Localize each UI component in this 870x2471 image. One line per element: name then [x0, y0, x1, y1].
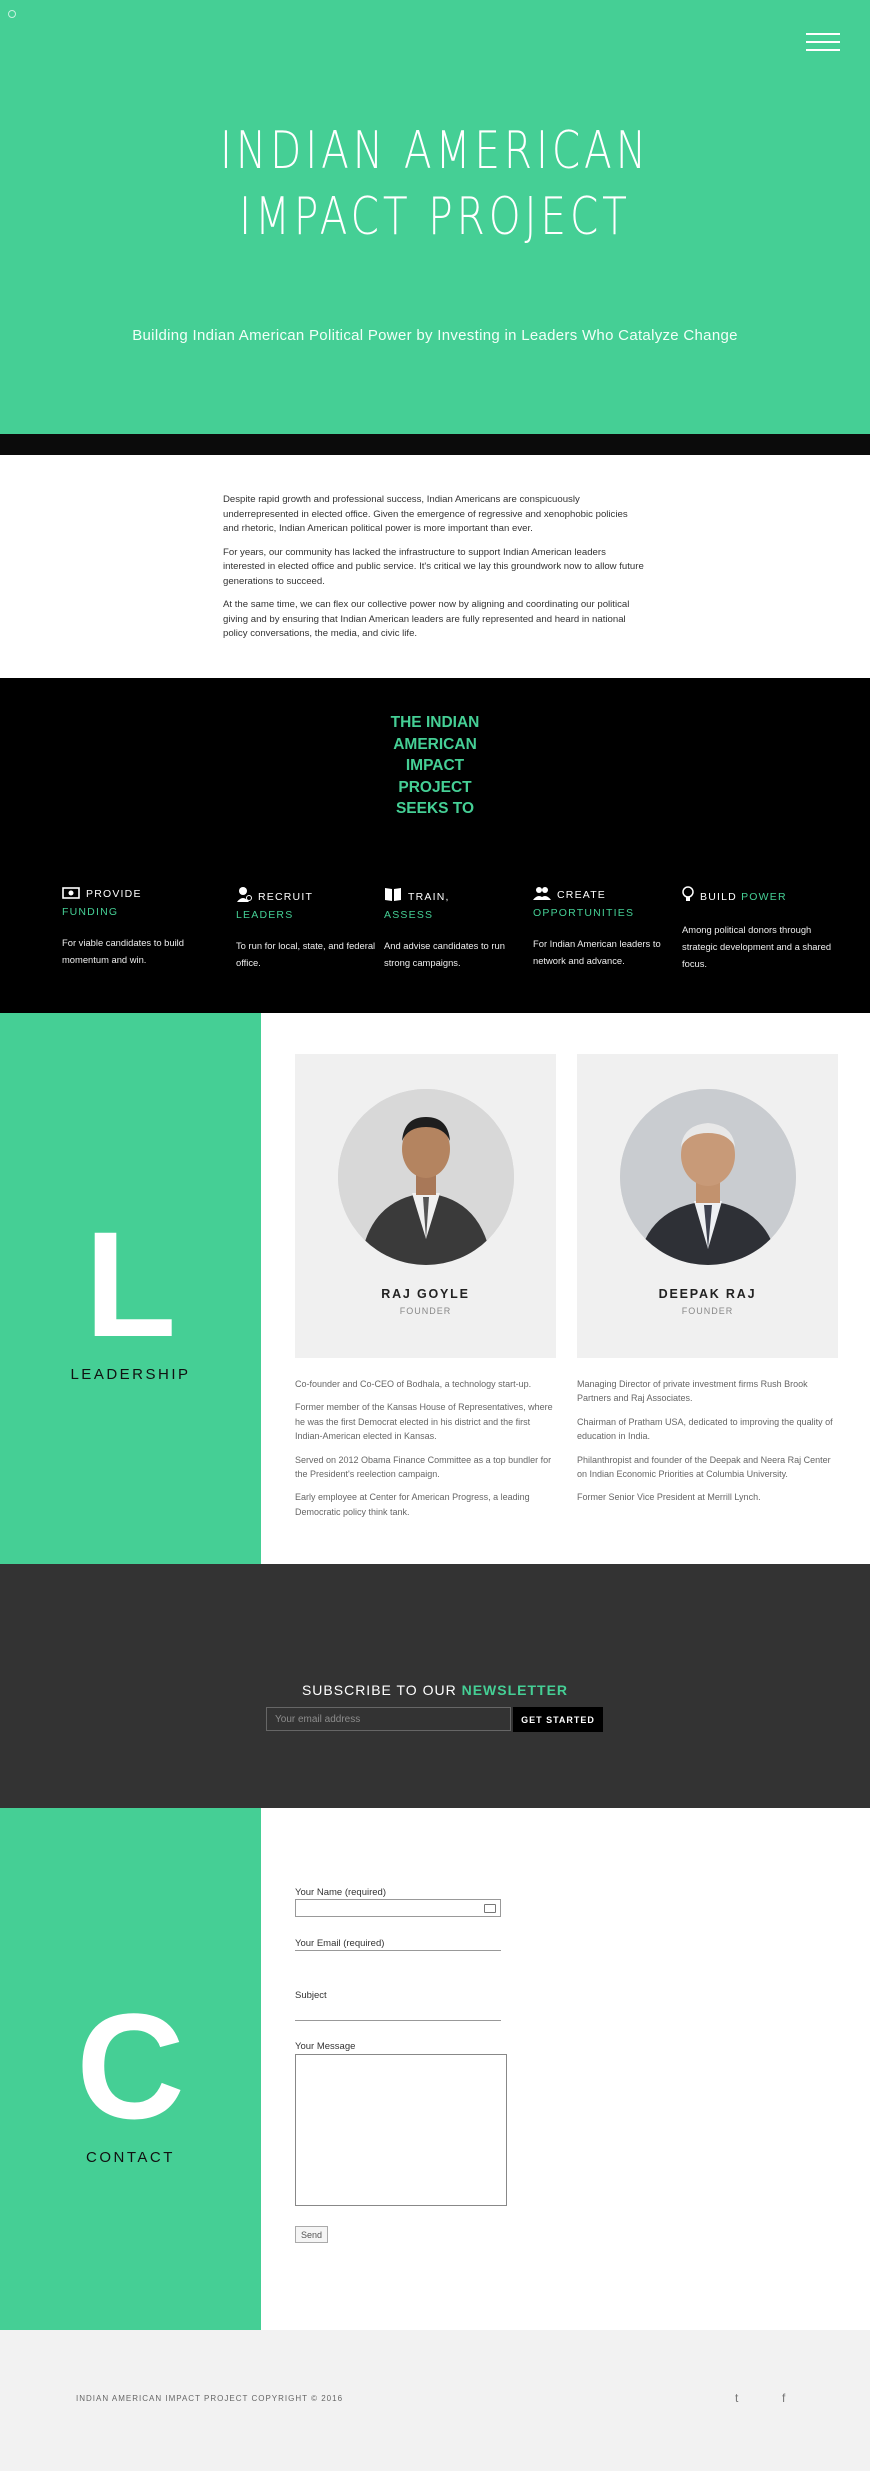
mission-title-line: PROJECT — [398, 778, 472, 796]
person-icon — [236, 886, 252, 907]
intro-paragraph: At the same time, we can flex our collec… — [223, 599, 630, 639]
leader-bio: Co-founder and Co-CEO of Bodhala, a tech… — [295, 1377, 557, 1528]
avatar — [619, 1089, 796, 1265]
copyright-text: INDIAN AMERICAN IMPACT PROJECT COPYRIGHT… — [76, 2394, 344, 2403]
site-title-line: INDIAN AMERICAN — [220, 121, 650, 181]
menu-bar — [806, 41, 840, 43]
send-button[interactable]: Send — [295, 2226, 328, 2243]
mission-item-highlight: FUNDING — [62, 906, 119, 918]
contact-card-icon — [484, 1904, 496, 1913]
menu-hamburger-icon[interactable] — [806, 33, 840, 55]
mission-item: BUILD POWER Among political donors throu… — [682, 886, 832, 972]
mission-item-desc: To run for local, state, and federal off… — [236, 940, 376, 968]
mission-item-highlight: LEADERS — [236, 909, 294, 921]
mission-item-highlight: OPPORTUNITIES — [533, 907, 635, 919]
site-title-line: IMPACT PROJECT — [239, 187, 631, 247]
bio-paragraph: Served on 2012 Obama Finance Committee a… — [295, 1454, 552, 1480]
mission-title-line: SEEKS TO — [395, 800, 475, 817]
get-started-button[interactable]: GET STARTED — [513, 1707, 603, 1732]
mission-title: THE INDIAN AMERICAN IMPACT PROJECT SEEKS… — [360, 712, 510, 820]
mission-item: PROVIDE FUNDING For viable candidates to… — [62, 886, 202, 968]
site-title: INDIAN AMERICAN IMPACT PROJECT — [96, 118, 775, 250]
mission-item-desc: And advise candidates to run strong camp… — [384, 940, 505, 968]
leader-role: FOUNDER — [399, 1306, 452, 1316]
twitter-icon[interactable]: t — [735, 2391, 738, 2405]
newsletter-email-input[interactable] — [266, 1707, 511, 1731]
message-label: Your Message — [295, 2041, 356, 2052]
leadership-label: LEADERSHIP — [70, 1366, 191, 1383]
mission-item-highlight: POWER — [741, 891, 787, 903]
lightbulb-icon — [682, 886, 694, 907]
newsletter-title-prefix: SUBSCRIBE TO OUR — [301, 1682, 457, 1698]
group-icon — [533, 886, 551, 905]
message-field[interactable] — [295, 2054, 507, 2206]
hero-section: INDIAN AMERICAN IMPACT PROJECT Building … — [0, 0, 870, 434]
menu-bar — [806, 49, 840, 51]
mission-item-highlight: ASSESS — [384, 909, 434, 921]
email-field[interactable] — [295, 1950, 501, 1951]
mission-item: TRAIN, ASSESS And advise candidates to r… — [384, 886, 524, 971]
contact-sidebar: C CONTACT — [0, 1808, 261, 2330]
book-icon — [384, 886, 402, 907]
facebook-icon[interactable]: f — [782, 2391, 785, 2405]
mission-title-line: IMPACT — [405, 757, 465, 774]
divider-bar — [0, 434, 870, 455]
leader-name: RAJ GOYLE — [381, 1287, 470, 1301]
leadership-letter: L — [84, 1200, 177, 1368]
bio-paragraph: Former member of the Kansas House of Rep… — [295, 1402, 553, 1442]
mission-item: CREATE OPPORTUNITIES For Indian American… — [533, 886, 673, 969]
hero-tagline: Building Indian American Political Power… — [132, 327, 738, 344]
newsletter-section: SUBSCRIBE TO OUR NEWSLETTER GET STARTED — [0, 1564, 870, 1808]
name-field[interactable] — [295, 1899, 501, 1917]
leader-card: RAJ GOYLE FOUNDER — [295, 1054, 556, 1358]
mission-item-desc: For Indian American leaders to network a… — [533, 938, 661, 966]
newsletter-title: SUBSCRIBE TO OUR NEWSLETTER — [0, 1682, 870, 1698]
email-label: Your Email (required) — [295, 1938, 385, 1949]
mission-item: RECRUIT LEADERS To run for local, state,… — [236, 886, 376, 971]
name-label: Your Name (required) — [295, 1887, 386, 1898]
intro-paragraph: For years, our community has lacked the … — [223, 546, 644, 587]
bio-paragraph: Chairman of Pratham USA, dedicated to im… — [577, 1416, 833, 1442]
subject-field[interactable] — [295, 2020, 501, 2021]
bio-paragraph: Early employee at Center for American Pr… — [295, 1492, 530, 1517]
contact-letter: C — [76, 1982, 185, 2150]
menu-bar — [806, 33, 840, 35]
leader-card: DEEPAK RAJ FOUNDER — [577, 1054, 838, 1358]
leadership-section: L LEADERSHIP RAJ GOYLE FOUNDER DEEPAK RA… — [0, 1013, 870, 1564]
mission-item-word: PROVIDE — [86, 888, 142, 900]
leadership-sidebar: L LEADERSHIP — [0, 1013, 261, 1564]
subject-label: Subject — [295, 1990, 327, 2001]
bio-paragraph: Co-founder and Co-CEO of Bodhala, a tech… — [295, 1379, 532, 1389]
mission-item-word: BUILD — [700, 891, 737, 903]
mission-item-desc: For viable candidates to build momentum … — [62, 937, 184, 965]
mission-item-word: RECRUIT — [258, 891, 314, 903]
bio-paragraph: Managing Director of private investment … — [577, 1379, 808, 1404]
leader-bio: Managing Director of private investment … — [577, 1377, 839, 1514]
contact-label: CONTACT — [86, 2149, 175, 2166]
mission-title-line: AMERICAN — [393, 735, 477, 753]
mission-section: THE INDIAN AMERICAN IMPACT PROJECT SEEKS… — [0, 678, 870, 1013]
bio-paragraph: Philanthropist and founder of the Deepak… — [577, 1454, 831, 1480]
mission-item-desc: Among political donors through strategic… — [682, 924, 832, 969]
intro-paragraph: Despite rapid growth and professional su… — [223, 494, 628, 534]
footer: INDIAN AMERICAN IMPACT PROJECT COPYRIGHT… — [0, 2330, 870, 2471]
mission-item-word: TRAIN, — [408, 891, 450, 903]
contact-section: C CONTACT Your Name (required) Your Emai… — [0, 1808, 870, 2330]
mission-item-word: CREATE — [557, 889, 607, 901]
avatar — [337, 1089, 514, 1265]
intro-section: Despite rapid growth and professional su… — [0, 455, 870, 678]
leader-name: DEEPAK RAJ — [658, 1287, 757, 1301]
mission-title-line: THE INDIAN — [390, 714, 480, 731]
money-icon — [62, 887, 80, 904]
logo-mark-icon[interactable] — [8, 10, 16, 18]
bio-paragraph: Former Senior Vice President at Merrill … — [577, 1492, 761, 1503]
leader-role: FOUNDER — [681, 1306, 734, 1316]
newsletter-title-highlight: NEWSLETTER — [461, 1682, 569, 1698]
